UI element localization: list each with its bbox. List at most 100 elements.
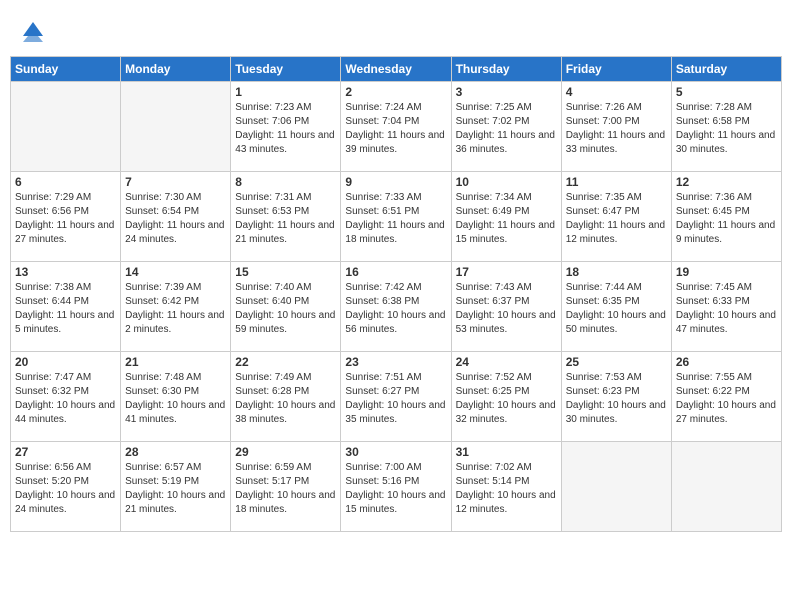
day-number: 16: [345, 265, 446, 279]
day-number: 13: [15, 265, 116, 279]
day-header-wednesday: Wednesday: [341, 57, 451, 82]
day-number: 3: [456, 85, 557, 99]
day-header-friday: Friday: [561, 57, 671, 82]
calendar-week-2: 6 Sunrise: 7:29 AMSunset: 6:56 PMDaylight…: [11, 172, 782, 262]
calendar-cell: 27 Sunrise: 6:56 AMSunset: 5:20 PMDayligh…: [11, 442, 121, 532]
calendar-cell: 10 Sunrise: 7:34 AMSunset: 6:49 PMDayligh…: [451, 172, 561, 262]
calendar-cell: 20 Sunrise: 7:47 AMSunset: 6:32 PMDayligh…: [11, 352, 121, 442]
cell-info: Sunrise: 7:53 AMSunset: 6:23 PMDaylight:…: [566, 371, 667, 427]
cell-info: Sunrise: 7:35 AMSunset: 6:47 PMDaylight:…: [566, 191, 667, 247]
cell-info: Sunrise: 7:39 AMSunset: 6:42 PMDaylight:…: [125, 281, 226, 337]
day-number: 19: [676, 265, 777, 279]
day-header-sunday: Sunday: [11, 57, 121, 82]
calendar-cell: 30Sunrise: 7:00 AMSunset: 5:16 PMDayligh…: [341, 442, 451, 532]
calendar-table: SundayMondayTuesdayWednesdayThursdayFrid…: [10, 56, 782, 532]
day-number: 20: [15, 355, 116, 369]
calendar-cell: 5 Sunrise: 7:28 AMSunset: 6:58 PMDaylight…: [671, 82, 781, 172]
calendar-cell: 16 Sunrise: 7:42 AMSunset: 6:38 PMDayligh…: [341, 262, 451, 352]
calendar-cell: 29 Sunrise: 6:59 AMSunset: 5:17 PMDayligh…: [231, 442, 341, 532]
day-number: 7: [125, 175, 226, 189]
calendar-cell: 8Sunrise: 7:31 AMSunset: 6:53 PMDaylight…: [231, 172, 341, 262]
calendar-week-1: 1 Sunrise: 7:23 AMSunset: 7:06 PMDaylight…: [11, 82, 782, 172]
calendar-cell: 15Sunrise: 7:40 AMSunset: 6:40 PMDayligh…: [231, 262, 341, 352]
day-number: 31: [456, 445, 557, 459]
logo: [16, 14, 48, 44]
calendar-cell: 2 Sunrise: 7:24 AMSunset: 7:04 PMDaylight…: [341, 82, 451, 172]
cell-info: Sunrise: 7:25 AMSunset: 7:02 PMDaylight:…: [456, 101, 557, 157]
calendar-cell: 28 Sunrise: 6:57 AMSunset: 5:19 PMDayligh…: [121, 442, 231, 532]
calendar-cell: 31Sunrise: 7:02 AMSunset: 5:14 PMDayligh…: [451, 442, 561, 532]
cell-info: Sunrise: 7:24 AMSunset: 7:04 PMDaylight:…: [345, 101, 446, 157]
day-number: 1: [235, 85, 336, 99]
cell-info: Sunrise: 7:30 AMSunset: 6:54 PMDaylight:…: [125, 191, 226, 247]
calendar-cell: 4 Sunrise: 7:26 AMSunset: 7:00 PMDaylight…: [561, 82, 671, 172]
cell-info: Sunrise: 6:57 AMSunset: 5:19 PMDaylight:…: [125, 461, 226, 517]
calendar-cell: 11 Sunrise: 7:35 AMSunset: 6:47 PMDayligh…: [561, 172, 671, 262]
day-number: 26: [676, 355, 777, 369]
day-header-monday: Monday: [121, 57, 231, 82]
day-number: 25: [566, 355, 667, 369]
cell-info: Sunrise: 7:49 AMSunset: 6:28 PMDaylight:…: [235, 371, 336, 427]
day-number: 29: [235, 445, 336, 459]
day-number: 4: [566, 85, 667, 99]
cell-info: Sunrise: 7:51 AMSunset: 6:27 PMDaylight:…: [345, 371, 446, 427]
calendar-cell: 14 Sunrise: 7:39 AMSunset: 6:42 PMDayligh…: [121, 262, 231, 352]
calendar-week-3: 13 Sunrise: 7:38 AMSunset: 6:44 PMDayligh…: [11, 262, 782, 352]
calendar-body: 1 Sunrise: 7:23 AMSunset: 7:06 PMDaylight…: [11, 82, 782, 532]
calendar-cell: 25 Sunrise: 7:53 AMSunset: 6:23 PMDayligh…: [561, 352, 671, 442]
calendar-cell: 23Sunrise: 7:51 AMSunset: 6:27 PMDayligh…: [341, 352, 451, 442]
calendar-cell: 19 Sunrise: 7:45 AMSunset: 6:33 PMDayligh…: [671, 262, 781, 352]
day-number: 2: [345, 85, 446, 99]
day-header-thursday: Thursday: [451, 57, 561, 82]
cell-info: Sunrise: 7:34 AMSunset: 6:49 PMDaylight:…: [456, 191, 557, 247]
calendar-cell: [671, 442, 781, 532]
cell-info: Sunrise: 7:40 AMSunset: 6:40 PMDaylight:…: [235, 281, 336, 337]
calendar-cell: 6 Sunrise: 7:29 AMSunset: 6:56 PMDaylight…: [11, 172, 121, 262]
day-number: 6: [15, 175, 116, 189]
day-number: 5: [676, 85, 777, 99]
calendar-cell: 1 Sunrise: 7:23 AMSunset: 7:06 PMDaylight…: [231, 82, 341, 172]
day-number: 21: [125, 355, 226, 369]
cell-info: Sunrise: 7:29 AMSunset: 6:56 PMDaylight:…: [15, 191, 116, 247]
calendar-cell: [561, 442, 671, 532]
cell-info: Sunrise: 7:45 AMSunset: 6:33 PMDaylight:…: [676, 281, 777, 337]
cell-info: Sunrise: 6:59 AMSunset: 5:17 PMDaylight:…: [235, 461, 336, 517]
day-number: 9: [345, 175, 446, 189]
day-number: 10: [456, 175, 557, 189]
logo-icon: [18, 14, 48, 44]
cell-info: Sunrise: 7:36 AMSunset: 6:45 PMDaylight:…: [676, 191, 777, 247]
calendar-cell: 22 Sunrise: 7:49 AMSunset: 6:28 PMDayligh…: [231, 352, 341, 442]
day-number: 27: [15, 445, 116, 459]
calendar-cell: 18Sunrise: 7:44 AMSunset: 6:35 PMDayligh…: [561, 262, 671, 352]
calendar-cell: [11, 82, 121, 172]
calendar-cell: 9 Sunrise: 7:33 AMSunset: 6:51 PMDaylight…: [341, 172, 451, 262]
calendar-cell: 3 Sunrise: 7:25 AMSunset: 7:02 PMDaylight…: [451, 82, 561, 172]
calendar-cell: 17Sunrise: 7:43 AMSunset: 6:37 PMDayligh…: [451, 262, 561, 352]
cell-info: Sunrise: 7:43 AMSunset: 6:37 PMDaylight:…: [456, 281, 557, 337]
cell-info: Sunrise: 7:28 AMSunset: 6:58 PMDaylight:…: [676, 101, 777, 157]
cell-info: Sunrise: 7:33 AMSunset: 6:51 PMDaylight:…: [345, 191, 446, 247]
cell-info: Sunrise: 7:55 AMSunset: 6:22 PMDaylight:…: [676, 371, 777, 427]
cell-info: Sunrise: 7:26 AMSunset: 7:00 PMDaylight:…: [566, 101, 667, 157]
cell-info: Sunrise: 7:23 AMSunset: 7:06 PMDaylight:…: [235, 101, 336, 157]
day-header-saturday: Saturday: [671, 57, 781, 82]
cell-info: Sunrise: 7:42 AMSunset: 6:38 PMDaylight:…: [345, 281, 446, 337]
day-number: 12: [676, 175, 777, 189]
cell-info: Sunrise: 7:38 AMSunset: 6:44 PMDaylight:…: [15, 281, 116, 337]
day-number: 11: [566, 175, 667, 189]
calendar-cell: 21Sunrise: 7:48 AMSunset: 6:30 PMDayligh…: [121, 352, 231, 442]
day-number: 28: [125, 445, 226, 459]
day-number: 22: [235, 355, 336, 369]
calendar-cell: 12 Sunrise: 7:36 AMSunset: 6:45 PMDayligh…: [671, 172, 781, 262]
cell-info: Sunrise: 6:56 AMSunset: 5:20 PMDaylight:…: [15, 461, 116, 517]
day-number: 24: [456, 355, 557, 369]
day-number: 18: [566, 265, 667, 279]
day-number: 14: [125, 265, 226, 279]
calendar-cell: 26 Sunrise: 7:55 AMSunset: 6:22 PMDayligh…: [671, 352, 781, 442]
cell-info: Sunrise: 7:47 AMSunset: 6:32 PMDaylight:…: [15, 371, 116, 427]
page-header: [10, 10, 782, 48]
calendar-cell: 7 Sunrise: 7:30 AMSunset: 6:54 PMDaylight…: [121, 172, 231, 262]
calendar-cell: 13 Sunrise: 7:38 AMSunset: 6:44 PMDayligh…: [11, 262, 121, 352]
calendar-week-5: 27 Sunrise: 6:56 AMSunset: 5:20 PMDayligh…: [11, 442, 782, 532]
day-number: 8: [235, 175, 336, 189]
